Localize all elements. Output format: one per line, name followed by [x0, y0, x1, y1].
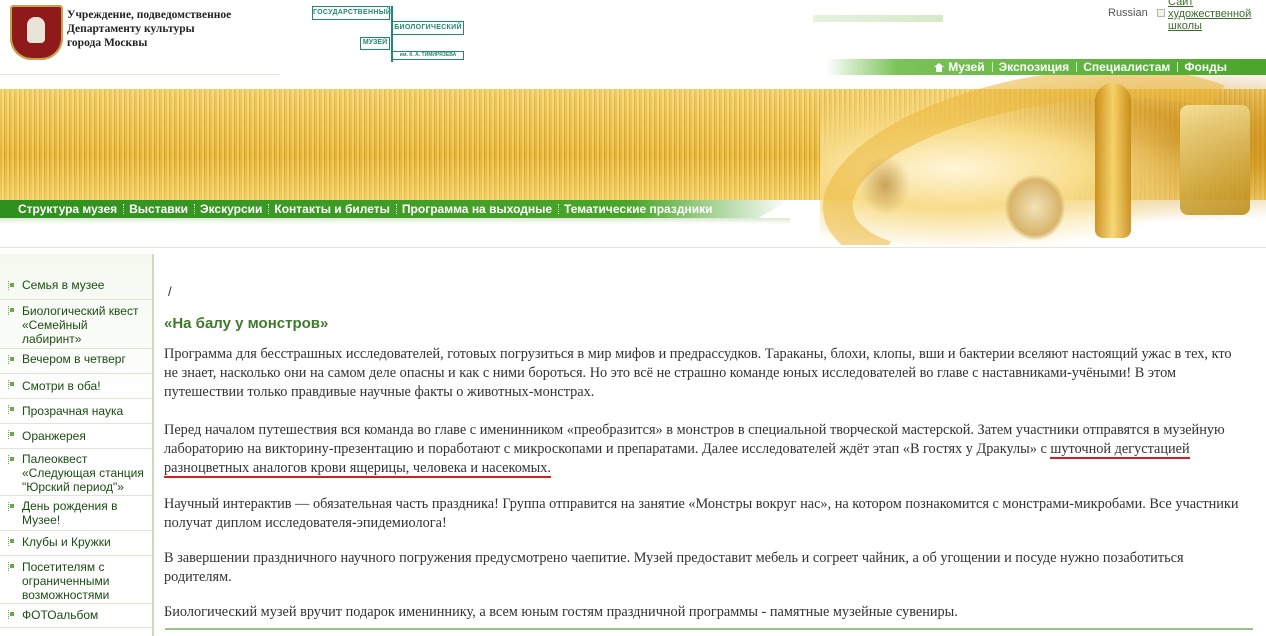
sidebar-menu: Семья в музее Биологический квест «Семей…: [0, 254, 152, 628]
language-link[interactable]: Russian: [1108, 7, 1148, 19]
sidebar-item-quest[interactable]: Биологический квест «Семейный лабиринт»: [0, 300, 152, 349]
top-nav-funds[interactable]: Фонды: [1177, 59, 1234, 75]
logo-line-1: ГОСУДАРСТВЕННЫЙ: [312, 6, 391, 20]
sidebar-item-clubs[interactable]: Клубы и Кружки: [0, 531, 152, 556]
paragraph-tea: В завершении праздничного научного погру…: [164, 550, 1184, 585]
bullet-icon: [8, 281, 14, 290]
sidebar-item-watch[interactable]: Смотри в оба!: [0, 374, 152, 399]
lynx-illustration: [1005, 175, 1065, 240]
department-line-3: города Москвы: [67, 37, 148, 49]
bullet-icon: [8, 610, 14, 619]
nav-exhibitions[interactable]: Выставки: [123, 200, 194, 218]
nav-weekend-program[interactable]: Программа на выходные: [395, 200, 558, 218]
bullet-icon: [8, 355, 14, 364]
sidebar-item-science[interactable]: Прозрачная наука: [0, 399, 152, 424]
top-nav-exposition[interactable]: Экспозиция: [991, 59, 1077, 75]
paragraph-program: Перед началом путешествия вся команда во…: [164, 421, 1244, 478]
sidebar-item-accessibility[interactable]: Посетителям с ограниченными возможностям…: [0, 556, 152, 604]
nav-theme-holidays[interactable]: Тематические праздники: [558, 200, 718, 218]
sidebar-item-greenhouse[interactable]: Оранжерея: [0, 424, 152, 449]
bullet-icon: [8, 455, 14, 464]
art-school-link[interactable]: Сайт художественной школы: [1168, 0, 1263, 32]
page-title: «На балу у монстров»: [164, 315, 329, 332]
moscow-coat-of-arms-icon: [10, 5, 63, 60]
butterfly-icon: [860, 155, 910, 215]
museum-logo[interactable]: ГОСУДАРСТВЕННЫЙ БИОЛОГИЧЕСКИЙ МУЗЕЙ им. …: [312, 6, 467, 62]
nav-excursions[interactable]: Экскурсии: [194, 200, 268, 218]
human-figure-illustration: [1095, 83, 1131, 238]
logo-line-4: им. К. А. ТИМИРЯЗЕВА: [392, 51, 464, 60]
sidebar-item-thursday[interactable]: Вечером в четверг: [0, 349, 152, 374]
nav-shadow: [0, 218, 790, 224]
sidebar: Семья в музее Биологический квест «Семей…: [0, 254, 154, 636]
bullet-icon: [8, 562, 14, 571]
department-line-1: Учреждение, подведомственное: [67, 9, 232, 21]
bullet-icon: [8, 502, 14, 511]
top-nav-specialists[interactable]: Специалистам: [1076, 59, 1177, 75]
nav-contacts-tickets[interactable]: Контакты и билеты: [268, 200, 396, 218]
section-divider: [0, 247, 1266, 248]
content-bottom-rule: [165, 628, 1253, 630]
logo-line-3: МУЗЕЙ: [360, 37, 390, 50]
department-line-2: Департаменту культуры: [67, 23, 195, 35]
top-nav-museum[interactable]: Музей: [927, 59, 991, 75]
bullet-icon: [8, 306, 14, 315]
sidebar-item-photo[interactable]: ФОТОальбом: [0, 604, 152, 628]
main-content: / «На балу у монстров» Программа для бес…: [164, 284, 1254, 622]
bullet-icon: [8, 537, 14, 546]
sidebar-item-birthday[interactable]: День рождения в Музее!: [0, 496, 152, 531]
logo-line-2: БИОЛОГИЧЕСКИЙ: [392, 21, 464, 35]
top-navigation: Музей Экспозиция Специалистам Фонды: [826, 59, 1266, 75]
paragraph-gift: Биологический музей вручит подарок имени…: [164, 604, 958, 620]
decorative-bar: [813, 15, 943, 22]
main-navigation: Структура музея Выставки Экскурсии Конта…: [0, 200, 790, 218]
breadcrumb[interactable]: /: [168, 284, 1254, 299]
bullet-icon: [8, 430, 14, 439]
sidebar-item-family[interactable]: Семья в музее: [0, 270, 152, 300]
paragraph-interactive: Научный интерактив — обязательная часть …: [164, 496, 1239, 531]
nav-museum-structure[interactable]: Структура музея: [12, 200, 123, 218]
home-icon: [934, 63, 945, 72]
bullet-icon: [8, 380, 14, 389]
art-school-icon: [1157, 9, 1165, 17]
microscope-illustration: [1180, 105, 1250, 215]
sidebar-item-paleoquest[interactable]: Палеоквест «Следующая станция "Юрский пе…: [0, 449, 152, 496]
department-caption: Учреждение, подведомственное Департамент…: [67, 8, 267, 50]
paragraph-intro: Программа для бесстрашных исследователей…: [164, 346, 1232, 400]
bullet-icon: [8, 405, 14, 414]
